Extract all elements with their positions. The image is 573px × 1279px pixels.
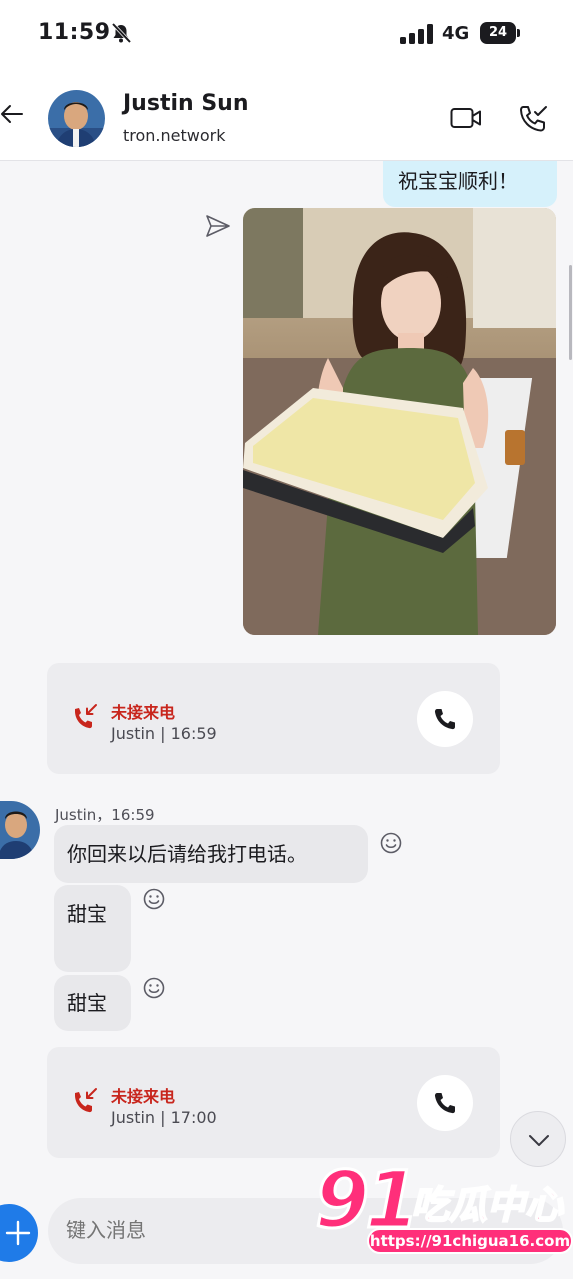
- phone-icon: [434, 1093, 455, 1114]
- missed-call-title: 未接来电: [111, 703, 176, 722]
- status-time: 11:59: [38, 20, 111, 45]
- phone-icon: [434, 709, 455, 730]
- signal-icon: [400, 24, 433, 44]
- status-bar: 11:59 4G 24: [0, 0, 573, 70]
- video-camera-icon[interactable]: [450, 106, 482, 130]
- shared-photo[interactable]: [243, 208, 556, 635]
- smiley-icon[interactable]: [380, 832, 402, 854]
- chat-header: Justin Sun tron.network: [0, 70, 573, 161]
- contact-subtitle: tron.network: [123, 126, 226, 145]
- missed-call-card[interactable]: 未接来电 Justin | 16:59: [47, 663, 500, 774]
- call-back-button[interactable]: [417, 1075, 473, 1131]
- sender-avatar[interactable]: [0, 801, 40, 859]
- scrollbar[interactable]: [569, 265, 572, 360]
- smiley-icon[interactable]: [143, 977, 165, 999]
- sender-timestamp: Justin，16:59: [55, 806, 155, 824]
- chevron-down-icon: [529, 1135, 549, 1146]
- bell-muted-icon: [111, 22, 132, 44]
- network-type: 4G: [442, 23, 470, 44]
- incoming-message[interactable]: 甜宝: [54, 885, 131, 972]
- missed-call-icon: [75, 704, 97, 729]
- incoming-message[interactable]: 你回来以后请给我打电话。: [54, 825, 368, 883]
- contact-avatar[interactable]: [48, 90, 105, 147]
- message-composer: [48, 1198, 563, 1264]
- missed-call-icon: [75, 1088, 97, 1113]
- message-list[interactable]: 祝宝宝顺利！ 未接来电 Justin | 16:59 Justin，16:59 …: [0, 161, 573, 1279]
- missed-call-title: 未接来电: [111, 1087, 176, 1106]
- battery-icon: 24: [480, 22, 520, 44]
- scroll-to-bottom-button[interactable]: [510, 1111, 566, 1167]
- sent-status-icon: [206, 215, 230, 237]
- incoming-message[interactable]: 甜宝: [54, 975, 131, 1031]
- phone-call-icon[interactable]: [517, 103, 549, 135]
- call-back-button[interactable]: [417, 691, 473, 747]
- plus-icon: [5, 1220, 31, 1246]
- back-arrow-icon[interactable]: [0, 102, 24, 126]
- missed-call-detail: Justin | 16:59: [111, 724, 217, 743]
- outgoing-message[interactable]: 祝宝宝顺利！: [383, 161, 557, 207]
- missed-call-card[interactable]: 未接来电 Justin | 17:00: [47, 1047, 500, 1158]
- missed-call-detail: Justin | 17:00: [111, 1108, 217, 1127]
- message-input[interactable]: [66, 1218, 366, 1242]
- contact-name[interactable]: Justin Sun: [123, 91, 249, 116]
- smiley-icon[interactable]: [143, 888, 165, 910]
- battery-level: 24: [480, 22, 516, 44]
